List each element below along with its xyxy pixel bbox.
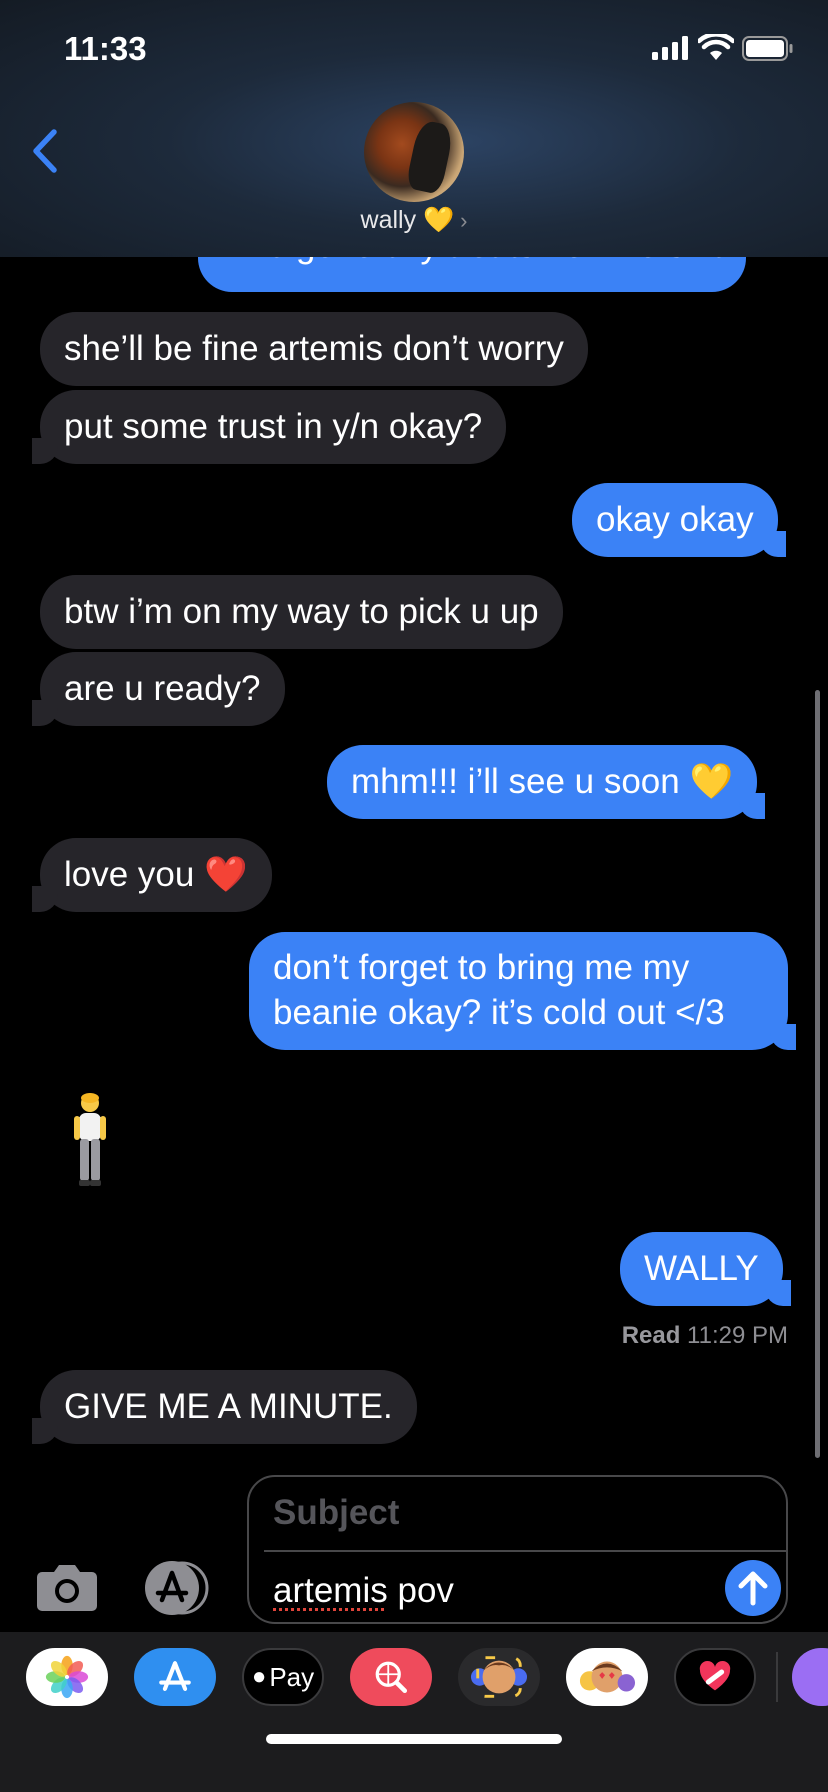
- message-bubble-outgoing[interactable]: don’t forget to bring me my beanie okay?…: [249, 932, 796, 1050]
- memoji-icon[interactable]: [458, 1648, 540, 1706]
- message-bubble-incoming[interactable]: put some trust in y/n okay?: [31, 390, 507, 464]
- subject-field[interactable]: Subject: [273, 1493, 399, 1533]
- memoji-stickers-icon[interactable]: [566, 1648, 648, 1706]
- cellular-signal-icon: [652, 36, 688, 60]
- read-receipt-label: Read: [621, 1322, 681, 1349]
- message-bubble-incoming[interactable]: she’ll be fine artemis don’t worry: [40, 312, 588, 386]
- app-store-a-icon: [159, 1661, 191, 1691]
- message-composer[interactable]: Subject artemis pov: [247, 1475, 788, 1624]
- message-bubble-outgoing[interactable]: okay okay: [572, 483, 786, 557]
- misspelled-word[interactable]: artemis: [273, 1571, 388, 1610]
- arrow-up-icon: [738, 1571, 768, 1606]
- message-input-rest: pov: [387, 1571, 454, 1610]
- read-receipt-time: 11:29 PM: [687, 1322, 788, 1349]
- message-bubble-incoming[interactable]: GIVE ME A MINUTE.: [32, 1370, 417, 1444]
- message-bubble-outgoing[interactable]: mhm!!! i’ll see u soon 💛: [327, 745, 766, 819]
- composer-divider: [264, 1550, 786, 1552]
- message-bubble-outgoing[interactable]: WALLY: [620, 1232, 791, 1306]
- message-bubble-incoming[interactable]: love you ❤️: [32, 838, 272, 912]
- photos-flower-icon: [45, 1655, 89, 1699]
- scrollbar[interactable]: [815, 690, 820, 1458]
- globe-search-icon: [375, 1661, 408, 1694]
- apple-logo-icon: ●: [251, 1663, 267, 1690]
- contact-chevron-icon: ›: [460, 208, 468, 233]
- apple-pay-icon[interactable]: ● Pay: [242, 1648, 324, 1706]
- memoji-heart-eyes-icon: [579, 1661, 636, 1693]
- message-bubble-incoming[interactable]: are u ready?: [32, 652, 285, 726]
- heart-touch-icon: [699, 1660, 731, 1691]
- conversation-header: 11:33 wally 💛 ›: [0, 0, 828, 257]
- contact-name[interactable]: wally 💛 ›: [0, 206, 828, 235]
- photos-icon[interactable]: [26, 1648, 108, 1706]
- memoji-face-icon: [470, 1656, 528, 1698]
- battery-icon: [742, 36, 793, 61]
- contact-name-label: wally 💛: [360, 206, 455, 234]
- contact-avatar[interactable]: [364, 102, 464, 202]
- message-emoji[interactable]: 🧍‍♂️: [60, 1090, 120, 1194]
- drawer-divider: [776, 1652, 778, 1702]
- send-button[interactable]: [725, 1560, 781, 1616]
- app-store-icon[interactable]: [134, 1648, 216, 1706]
- back-chevron-icon[interactable]: [28, 126, 62, 176]
- home-indicator[interactable]: [266, 1734, 562, 1744]
- camera-icon[interactable]: [36, 1562, 98, 1612]
- wifi-icon: [698, 34, 734, 60]
- apple-pay-label: Pay: [269, 1661, 315, 1692]
- read-receipt: Read 11:29 PM: [622, 1322, 788, 1350]
- app-store-button-icon[interactable]: [140, 1560, 212, 1616]
- message-input[interactable]: artemis pov: [273, 1571, 454, 1611]
- message-bubble-incoming[interactable]: btw i’m on my way to pick u up: [40, 575, 563, 649]
- status-time: 11:33: [64, 30, 147, 67]
- image-search-icon[interactable]: [350, 1648, 432, 1706]
- digital-touch-icon[interactable]: [674, 1648, 756, 1706]
- person-standing-icon: [74, 1093, 106, 1186]
